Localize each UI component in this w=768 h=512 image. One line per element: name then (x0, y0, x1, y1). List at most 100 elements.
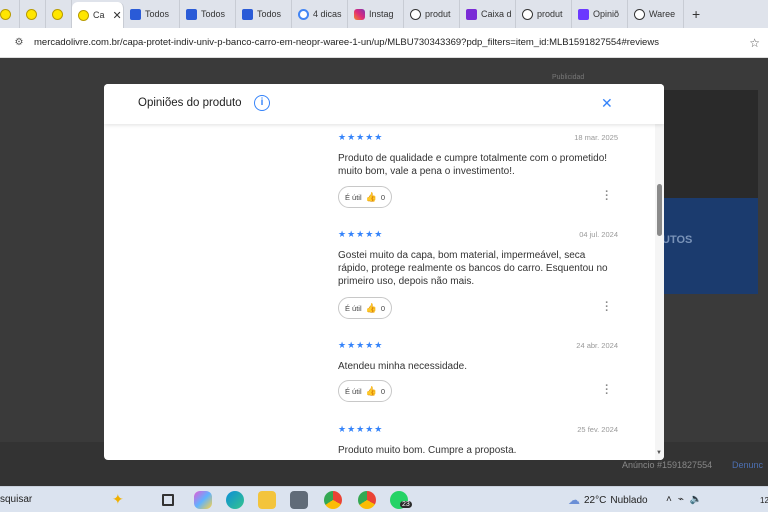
weather-label: Nublado (610, 494, 648, 506)
mercadolivre-icon (0, 8, 11, 20)
url-field[interactable]: mercadolivre.com.br/capa-protet-indiv-un… (34, 37, 741, 48)
more-options-icon[interactable]: · · · (604, 381, 610, 400)
system-tray[interactable]: ˄ ⌁ 🔈 (666, 494, 702, 505)
close-icon[interactable]: ✕ (601, 95, 613, 112)
file-explorer-icon[interactable] (258, 491, 276, 509)
whatsapp-badge: 23 (400, 501, 412, 508)
copilot-app-icon[interactable] (194, 491, 212, 509)
tab-active[interactable]: Ca ✕ (72, 2, 124, 28)
mercadolivre-icon (26, 8, 37, 20)
rating-stars: ★★★★★ (338, 424, 384, 434)
tab-strip: Ca ✕ Todos Todos Todos 4 dicas Instag pr… (0, 0, 768, 28)
tab-label: Instag (369, 9, 394, 19)
thumbs-up-icon: 👍 (365, 385, 377, 396)
more-options-icon[interactable]: · · · (604, 298, 610, 317)
ad-banner-image[interactable] (662, 90, 758, 200)
rating-stars: ★★★★★ (338, 132, 384, 142)
chevron-up-icon[interactable]: ˄ (666, 494, 672, 505)
tab-todos-3[interactable]: Todos (236, 0, 292, 28)
helpful-label: É útil (344, 192, 362, 202)
helpful-count: 0 (380, 192, 386, 202)
tab-waree[interactable]: Waree (628, 0, 684, 28)
helpful-count: 0 (380, 386, 386, 396)
tab-google[interactable]: 4 dicas (292, 0, 348, 28)
edge-icon[interactable] (226, 491, 244, 509)
tab-caixa[interactable]: Caixa d (460, 0, 516, 28)
review-date: 25 fev. 2024 (577, 425, 618, 434)
modal-scrollbar[interactable] (655, 84, 664, 460)
globe-icon (410, 8, 421, 20)
opiniao-icon (578, 8, 589, 20)
taskbar-search[interactable]: squisar (0, 494, 32, 505)
tab-opiniao[interactable]: Opiniõ (572, 0, 628, 28)
tab-label: Ca (93, 10, 105, 20)
modal-title: Opiniões do produto (138, 97, 242, 109)
close-tab-icon[interactable]: ✕ (113, 9, 122, 22)
mercadolivre-icon (78, 9, 89, 21)
helpful-button[interactable]: É útil 👍 0 (338, 380, 392, 402)
chrome-profile-icon[interactable] (358, 491, 376, 509)
site-settings-icon[interactable]: ⚙ (12, 36, 26, 50)
clock[interactable]: 12 (760, 496, 768, 505)
review-item: ★★★★★ 25 fev. 2024 Produto muito bom. Cu… (338, 424, 618, 460)
task-view-icon[interactable] (162, 494, 174, 506)
todos-icon (186, 8, 197, 20)
review-date: 24 abr. 2024 (576, 341, 618, 350)
tab-produto-2[interactable]: produt (516, 0, 572, 28)
tab-mercadolivre-2[interactable] (20, 0, 46, 28)
tab-label: Waree (649, 9, 676, 19)
more-options-icon[interactable]: · · · (604, 187, 610, 206)
tab-label: produt (537, 9, 563, 19)
google-icon (298, 8, 309, 20)
caixa-icon (466, 8, 477, 20)
network-icon[interactable]: ⌁ (678, 494, 684, 505)
mercadolivre-icon (52, 8, 63, 20)
tab-label: Todos (257, 9, 282, 19)
tab-mercadolivre-1[interactable] (0, 0, 20, 28)
tab-label: Todos (201, 9, 226, 19)
instagram-icon (354, 8, 365, 20)
tab-label: Todos (145, 9, 170, 19)
review-text: Produto muito bom. Cumpre a proposta. (338, 445, 517, 456)
copilot-sparkle-icon[interactable]: ✦ (112, 491, 124, 508)
chrome-icon[interactable] (324, 491, 342, 509)
modal-header: Opiniões do produto i ✕ (104, 84, 664, 124)
address-bar: ⚙ mercadolivre.com.br/capa-protet-indiv-… (0, 28, 768, 58)
weather-widget[interactable]: ☁ 22°C Nublado (568, 493, 648, 507)
helpful-button[interactable]: É útil 👍 0 (338, 186, 392, 208)
speaker-icon[interactable]: 🔈 (690, 494, 702, 505)
info-icon[interactable]: i (254, 95, 270, 111)
review-item: ★★★★★ 04 jul. 2024 Gostei muito da capa,… (338, 229, 618, 325)
denunciar-link[interactable]: Denunc (732, 460, 763, 470)
rating-stars: ★★★★★ (338, 229, 384, 239)
tab-label: 4 dicas (313, 9, 342, 19)
tab-mercadolivre-3[interactable] (46, 0, 72, 28)
ad-banner-blue[interactable]: UTOS (662, 198, 758, 294)
review-item: ★★★★★ 18 mar. 2025 Produto de qualidade … (338, 132, 618, 216)
new-tab-button[interactable]: + (684, 6, 708, 22)
thumbs-up-icon: 👍 (365, 191, 377, 202)
taskbar: squisar ✦ 23 ☁ 22°C Nublado ˄ ⌁ 🔈 12 (0, 486, 768, 512)
publicidad-label: Publicidad (552, 74, 585, 81)
scrollbar-thumb[interactable] (657, 184, 662, 236)
temperature: 22°C (584, 494, 607, 506)
cloud-icon: ☁ (568, 493, 580, 507)
helpful-label: É útil (344, 386, 362, 396)
todos-icon (130, 8, 141, 20)
globe-icon (522, 8, 533, 20)
scroll-down-icon[interactable]: ▼ (656, 450, 662, 456)
tab-todos-2[interactable]: Todos (180, 0, 236, 28)
bookmark-star-icon[interactable]: ☆ (741, 36, 768, 50)
rating-stars: ★★★★★ (338, 340, 384, 350)
tab-instagram[interactable]: Instag (348, 0, 404, 28)
tab-label: Opiniõ (593, 9, 620, 19)
helpful-count: 0 (380, 303, 386, 313)
anuncio-id: Anúncio #1591827554 (622, 460, 713, 470)
review-date: 04 jul. 2024 (579, 230, 618, 239)
reviews-modal: Opiniões do produto i ✕ ★★★★★ 18 mar. 20… (104, 84, 664, 460)
tab-produto-1[interactable]: produt (404, 0, 460, 28)
helpful-button[interactable]: É útil 👍 0 (338, 297, 392, 319)
calculator-icon[interactable] (290, 491, 308, 509)
tab-todos-1[interactable]: Todos (124, 0, 180, 28)
ad-banner-text: UTOS (662, 234, 693, 246)
